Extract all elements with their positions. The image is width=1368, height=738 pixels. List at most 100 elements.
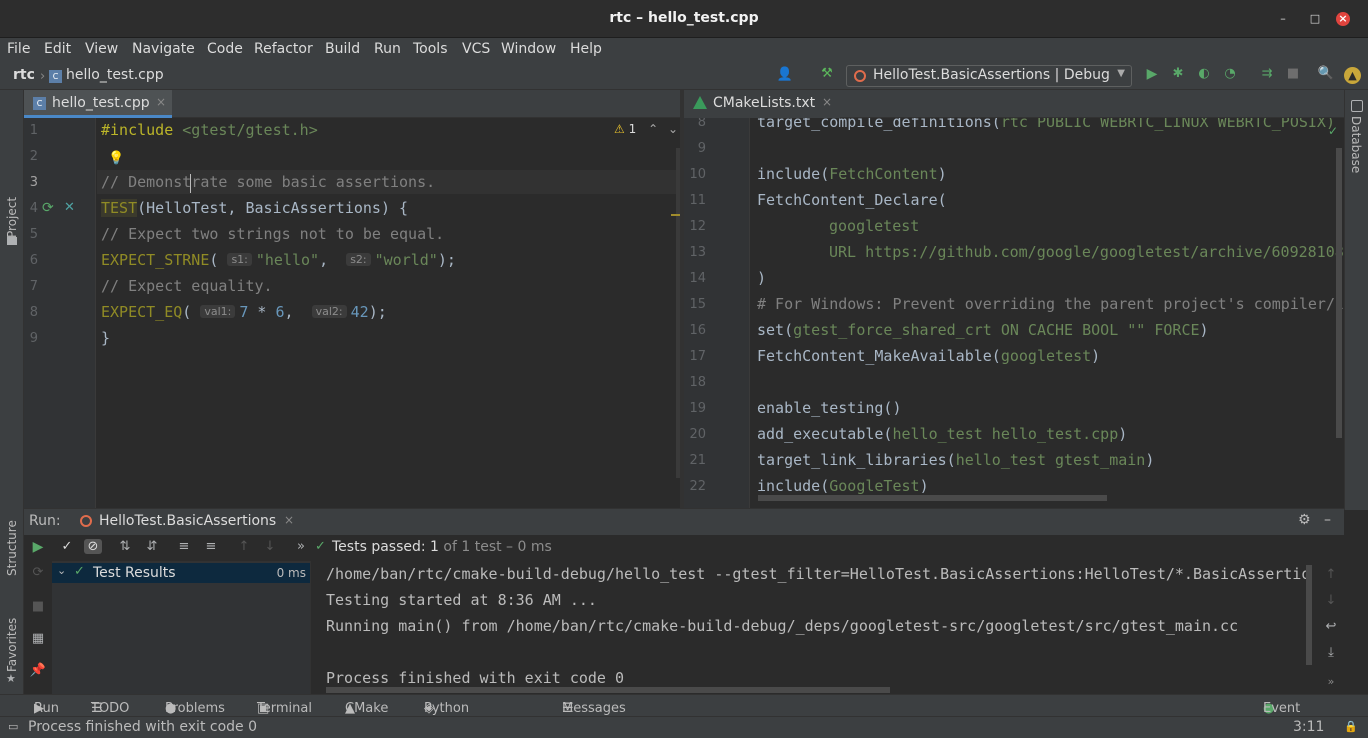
warning-stripe-marker[interactable] bbox=[671, 214, 680, 216]
sort-alpha-icon[interactable]: ⇅ bbox=[116, 539, 134, 554]
console-horizontal-scrollbar[interactable] bbox=[326, 687, 890, 693]
line-number: 1 bbox=[29, 123, 38, 138]
rerun-icon[interactable]: ▶ bbox=[29, 539, 47, 555]
code-line: ) bbox=[757, 269, 767, 287]
build-hammer-icon[interactable]: ⚒ bbox=[818, 66, 836, 81]
close-tab-icon[interactable]: × bbox=[822, 95, 832, 109]
line-number: 11 bbox=[689, 193, 706, 208]
stop-icon[interactable]: ■ bbox=[29, 599, 47, 614]
search-icon[interactable]: 🔍 bbox=[1317, 66, 1335, 81]
chevron-up-icon[interactable]: ⌃ bbox=[648, 122, 658, 136]
database-tool-tab[interactable]: Database bbox=[1349, 116, 1363, 173]
check-icon[interactable]: ✓ bbox=[1328, 124, 1338, 138]
run-label: Run: bbox=[29, 513, 61, 529]
console-scrollbar[interactable] bbox=[1306, 565, 1312, 665]
scroll-up-icon[interactable]: ↑ bbox=[1322, 567, 1340, 582]
inspection-widget[interactable]: ⚠ 1 ⌃ ⌄ bbox=[614, 122, 678, 136]
tab-cmakelists[interactable]: CMakeLists.txt × bbox=[684, 90, 840, 118]
cmake-paren: ) bbox=[919, 477, 929, 495]
collapse-all-icon[interactable]: ≡ bbox=[202, 539, 220, 554]
status-message[interactable]: Process finished with exit code 0 bbox=[28, 719, 257, 735]
cpp-file-icon: C bbox=[33, 97, 46, 110]
menu-vcs[interactable]: VCS bbox=[462, 41, 490, 57]
updates-icon[interactable]: ▲ bbox=[1344, 67, 1361, 84]
tab-hello-test-cpp[interactable]: C hello_test.cpp × bbox=[24, 90, 172, 118]
run-configuration-select[interactable]: HelloTest.BasicAssertions | Debug ▼ bbox=[846, 65, 1132, 87]
console-line: Running main() from /home/ban/rtc/cmake-… bbox=[326, 617, 1239, 635]
console-output[interactable]: /home/ban/rtc/cmake-build-debug/hello_te… bbox=[312, 561, 1312, 695]
menu-window[interactable]: Window bbox=[501, 41, 556, 57]
right-code-editor[interactable]: 8 9 10 11 12 13 14 15 16 17 18 19 20 21 … bbox=[684, 118, 1344, 508]
chevron-down-icon[interactable]: ⌄ bbox=[668, 122, 678, 136]
stop-icon[interactable]: ■ bbox=[1284, 66, 1302, 81]
gear-icon[interactable]: ⚙ bbox=[1298, 512, 1311, 528]
horizontal-scrollbar[interactable] bbox=[758, 495, 1107, 501]
minimize-panel-icon[interactable]: – bbox=[1324, 512, 1331, 528]
run-tab[interactable]: HelloTest.BasicAssertions bbox=[99, 513, 276, 529]
star-icon: ★ bbox=[6, 672, 16, 685]
soft-wrap-icon[interactable]: ↩ bbox=[1322, 619, 1340, 634]
vertical-scrollbar[interactable] bbox=[1336, 148, 1342, 438]
test-status-icon[interactable]: ✕ bbox=[64, 200, 75, 215]
project-tool-tab[interactable]: Project bbox=[5, 197, 19, 238]
show-ignored-icon[interactable]: ⊘ bbox=[84, 539, 102, 554]
more-icon[interactable]: » bbox=[1322, 675, 1340, 688]
caret-position[interactable]: 3:11 bbox=[1293, 719, 1324, 735]
run-test-gutter-icon[interactable]: ⟳ bbox=[42, 200, 54, 216]
attach-debugger-icon[interactable]: ⇉ bbox=[1258, 66, 1276, 81]
rerun-failed-icon[interactable]: ⟳ bbox=[29, 565, 47, 580]
run-icon[interactable]: ▶ bbox=[1143, 66, 1161, 82]
maximize-button[interactable]: □ bbox=[1308, 12, 1322, 26]
close-tab-icon[interactable]: × bbox=[156, 95, 166, 109]
menu-refactor[interactable]: Refactor bbox=[254, 41, 313, 57]
line-number: 19 bbox=[689, 401, 706, 416]
more-icon[interactable]: » bbox=[292, 539, 310, 554]
test-results-label: Test Results bbox=[93, 565, 176, 581]
run-tool-window: Run: HelloTest.BasicAssertions × ⚙ – ▶ ⟳… bbox=[24, 508, 1344, 695]
tab-label: Terminal bbox=[257, 701, 312, 716]
minimize-button[interactable]: – bbox=[1276, 12, 1290, 26]
user-icon[interactable]: 👤 bbox=[776, 67, 794, 82]
profile-icon[interactable]: ◔ bbox=[1221, 66, 1239, 81]
scroll-to-end-icon[interactable]: ⤓ bbox=[1322, 645, 1340, 660]
close-tab-icon[interactable]: × bbox=[284, 513, 294, 527]
layout-icon[interactable]: ▦ bbox=[29, 631, 47, 646]
previous-failed-icon[interactable]: ↑ bbox=[235, 539, 253, 554]
close-button[interactable]: × bbox=[1336, 12, 1350, 26]
lock-icon[interactable]: 🔒 bbox=[1344, 720, 1358, 733]
expand-all-icon[interactable]: ≡ bbox=[175, 539, 193, 554]
coverage-icon[interactable]: ◐ bbox=[1195, 66, 1213, 81]
chevron-down-icon[interactable]: ⌄ bbox=[57, 564, 66, 577]
menu-tools[interactable]: Tools bbox=[413, 41, 448, 57]
include-keyword: #include bbox=[101, 121, 174, 139]
sort-duration-icon[interactable]: ⇵ bbox=[143, 539, 161, 554]
menu-view[interactable]: View bbox=[85, 41, 118, 57]
breadcrumb-project[interactable]: rtc bbox=[13, 67, 35, 83]
line-number: 20 bbox=[689, 427, 706, 442]
pin-icon[interactable]: 📌 bbox=[29, 663, 47, 678]
menu-build[interactable]: Build bbox=[325, 41, 360, 57]
menu-help[interactable]: Help bbox=[570, 41, 602, 57]
menu-file[interactable]: File bbox=[7, 41, 30, 57]
google-test-icon bbox=[80, 515, 92, 527]
favorites-tool-tab[interactable]: Favorites bbox=[5, 618, 19, 672]
show-passed-icon[interactable]: ✓ bbox=[58, 539, 76, 554]
test-results-row[interactable]: ⌄ ✓ Test Results 0 ms bbox=[52, 563, 310, 583]
menu-edit[interactable]: Edit bbox=[44, 41, 71, 57]
line-number: 17 bbox=[689, 349, 706, 364]
line-number: 4 bbox=[29, 201, 38, 216]
code-line: set(gtest_force_shared_crt ON CACHE BOOL… bbox=[757, 321, 1209, 339]
status-toggle-icon[interactable]: ▭ bbox=[8, 720, 18, 733]
debug-bug-icon[interactable]: ✱ bbox=[1169, 66, 1187, 81]
structure-tool-tab[interactable]: Structure bbox=[5, 520, 19, 576]
passed-check-icon: ✓ bbox=[74, 564, 85, 579]
left-code-editor[interactable]: 1 2 3 4 5 6 7 8 9 ⟳ ✕ 💡 ⚠ 1 ⌃ ⌄ #include… bbox=[24, 118, 680, 508]
menu-navigate[interactable]: Navigate bbox=[132, 41, 195, 57]
menu-code[interactable]: Code bbox=[207, 41, 243, 57]
breadcrumb-file[interactable]: hello_test.cpp bbox=[66, 67, 164, 83]
next-failed-icon[interactable]: ↓ bbox=[261, 539, 279, 554]
lightbulb-icon[interactable]: 💡 bbox=[108, 151, 124, 166]
cmake-paren: ) bbox=[1199, 321, 1209, 339]
scroll-down-icon[interactable]: ↓ bbox=[1322, 593, 1340, 608]
menu-run[interactable]: Run bbox=[374, 41, 401, 57]
